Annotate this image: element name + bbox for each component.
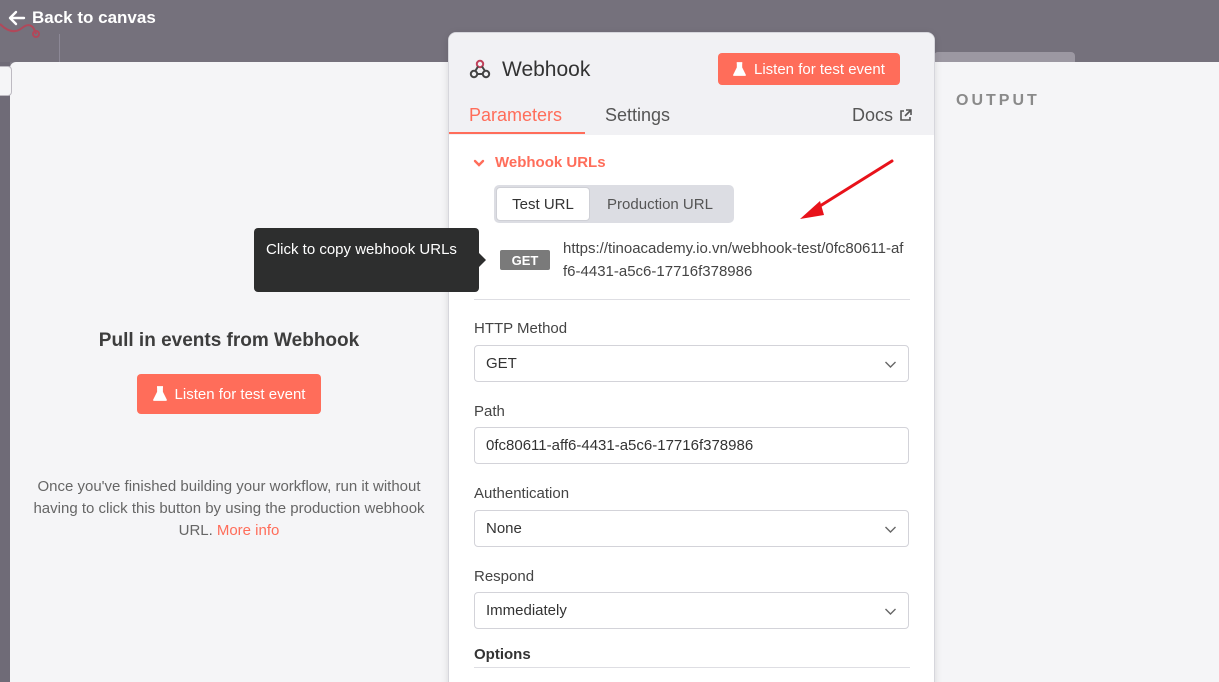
http-method-label: HTTP Method [474, 320, 568, 337]
production-url-option[interactable]: Production URL [590, 187, 730, 221]
url-divider [474, 299, 910, 300]
panel-listen-button[interactable]: Listen for test event [718, 53, 900, 85]
output-pane-label: OUTPUT [956, 92, 1040, 109]
flask-icon [152, 386, 167, 401]
canvas-left-edge [0, 62, 10, 682]
more-info-link[interactable]: More info [217, 522, 280, 539]
parameters-panel: Webhook Listen for test event Parameters… [448, 32, 935, 682]
flask-icon [733, 61, 746, 76]
tab-settings[interactable]: Settings [605, 105, 670, 126]
panel-header: Webhook Listen for test event Parameters… [449, 33, 934, 135]
annotation-arrow-icon [800, 159, 894, 219]
authentication-label: Authentication [474, 485, 570, 502]
external-link-icon [900, 109, 912, 121]
http-method-select[interactable]: GET [474, 345, 909, 382]
node-title: Webhook [502, 58, 591, 81]
active-tab-indicator [449, 132, 585, 134]
respond-select[interactable]: Immediately [474, 592, 909, 629]
tooltip-arrow [479, 253, 486, 267]
panel-tabs: Parameters Settings Docs [449, 101, 934, 135]
options-label: Options [474, 646, 531, 663]
input-pane: Pull in events from Webhook Listen for t… [30, 330, 428, 542]
options-divider [474, 667, 910, 668]
tab-docs[interactable]: Docs [852, 105, 912, 126]
help-text: Once you've finished building your workf… [30, 476, 428, 542]
authentication-select[interactable]: None [474, 510, 909, 547]
path-label: Path [474, 403, 505, 420]
panel-listen-label: Listen for test event [754, 60, 885, 78]
webhook-urls-label: Webhook URLs [495, 154, 606, 171]
chevron-down-icon [473, 159, 485, 167]
test-url-option[interactable]: Test URL [496, 187, 590, 221]
copy-url-tooltip: Click to copy webhook URLs [254, 228, 479, 292]
arrow-left-icon [8, 10, 26, 26]
back-to-canvas-label: Back to canvas [32, 8, 156, 27]
authentication-value: None [486, 520, 522, 537]
collapse-handle[interactable] [0, 66, 12, 96]
http-method-value: GET [486, 355, 517, 372]
canvas-divider [59, 34, 60, 62]
webhook-url-text[interactable]: https://tinoacademy.io.vn/webhook-test/0… [563, 237, 907, 283]
chevron-down-icon [885, 361, 896, 368]
tab-parameters[interactable]: Parameters [469, 105, 562, 126]
back-to-canvas-button[interactable]: Back to canvas [8, 8, 156, 28]
respond-label: Respond [474, 568, 535, 585]
respond-value: Immediately [486, 602, 567, 619]
chevron-down-icon [885, 608, 896, 615]
webhook-icon [469, 59, 491, 79]
path-input[interactable] [474, 427, 909, 464]
listen-button-label: Listen for test event [174, 385, 306, 403]
webhook-urls-toggle[interactable]: Webhook URLs [473, 154, 606, 171]
input-pane-title: Pull in events from Webhook [98, 330, 360, 351]
url-type-switch: Test URL Production URL [494, 185, 734, 223]
listen-for-test-event-button[interactable]: Listen for test event [136, 374, 322, 414]
http-method-badge: GET [500, 250, 550, 270]
chevron-down-icon [885, 526, 896, 533]
docs-label: Docs [852, 105, 894, 125]
